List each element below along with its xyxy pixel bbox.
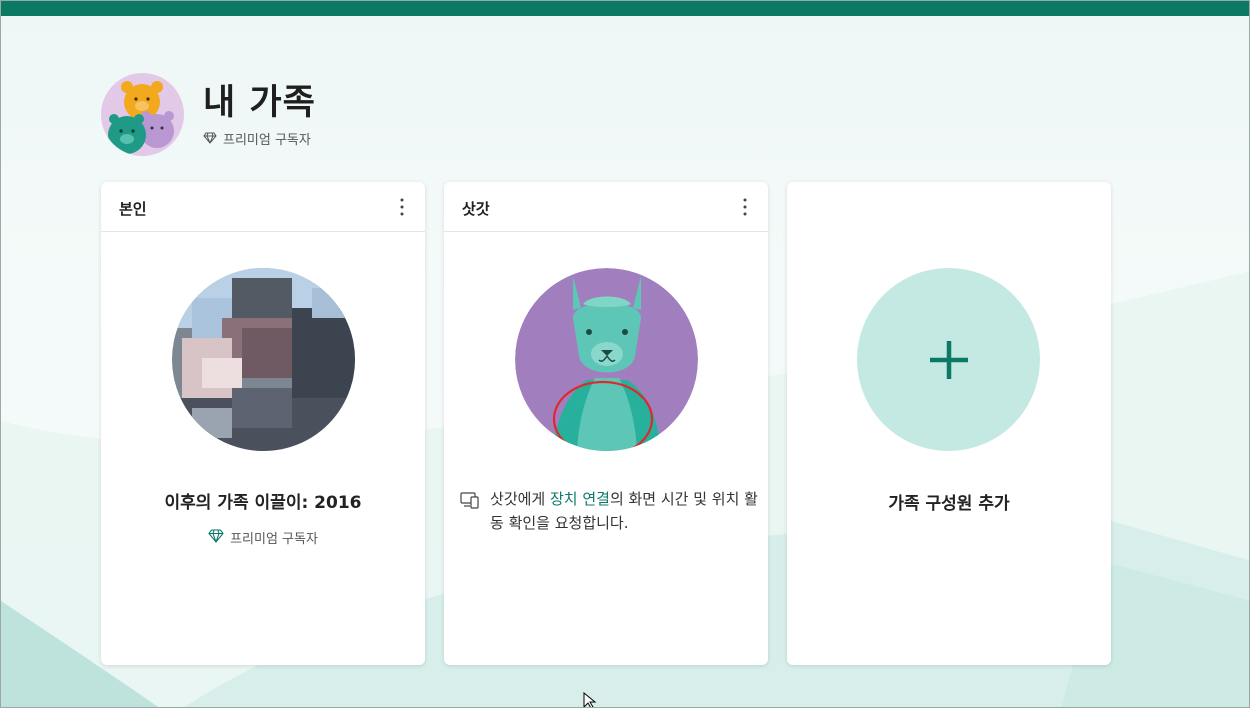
subscription-status: 프리미엄 구독자 <box>230 532 318 547</box>
more-vertical-icon <box>743 198 747 216</box>
member-card-self[interactable]: 본인 이후의 가족 이끌이: 2016 프리미엄 구독자 <box>101 182 425 665</box>
add-member-label[interactable]: 가족 구성원 추가 <box>787 489 1111 514</box>
member-name: 삿갓 <box>462 200 490 218</box>
top-accent-bar <box>1 1 1249 16</box>
notice-text-before: 삿갓에게 <box>490 490 550 508</box>
llama-avatar <box>515 268 698 451</box>
family-avatar <box>101 72 184 156</box>
plus-icon <box>929 340 968 379</box>
app-window: 내 가족 프리미엄 구독자 본인 이후의 가족 이끌이: 2016 프리미엄 구… <box>0 0 1250 708</box>
page-header: 내 가족 프리미엄 구독자 <box>101 72 316 156</box>
card-header: 삿갓 <box>444 182 768 232</box>
more-options-button[interactable] <box>736 195 754 219</box>
member-photo <box>172 268 355 451</box>
subscription-status: 프리미엄 구독자 <box>223 132 311 148</box>
card-header: 본인 <box>101 182 425 232</box>
device-link-icon <box>460 491 480 535</box>
more-vertical-icon <box>400 198 404 216</box>
device-link-notice: 삿갓에게 장치 연결의 화면 시간 및 위치 활동 확인을 요청합니다. <box>460 487 760 535</box>
diamond-icon <box>203 129 217 148</box>
connect-device-link[interactable]: 장치 연결 <box>550 490 610 508</box>
more-options-button[interactable] <box>393 195 411 219</box>
member-card-child[interactable]: 삿갓 삿갓에게 장치 연결의 화면 시간 및 위치 활동 확인을 요청합니다. <box>444 182 768 665</box>
mouse-cursor-icon <box>583 692 597 707</box>
add-member-card[interactable]: 가족 구성원 추가 <box>787 182 1111 665</box>
page-title: 내 가족 <box>203 82 316 123</box>
member-name: 본인 <box>119 200 147 218</box>
add-member-button[interactable] <box>857 268 1040 451</box>
member-role-title: 이후의 가족 이끌이: 2016 <box>164 493 362 513</box>
diamond-icon <box>208 528 224 547</box>
